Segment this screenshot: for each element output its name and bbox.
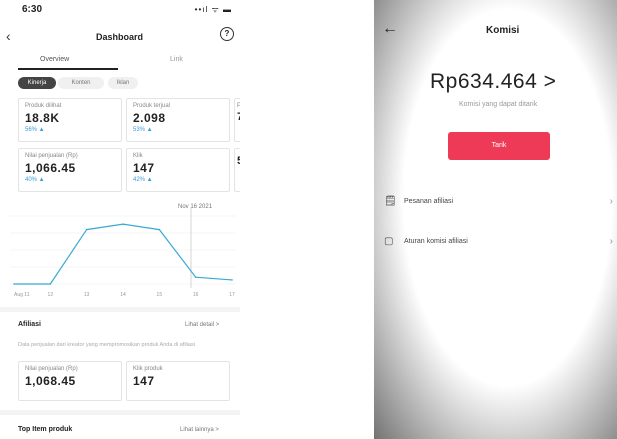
chevron-right-icon: ›: [609, 236, 613, 247]
metric-label: Klik: [133, 153, 143, 159]
metric-card[interactable]: Nilai penjualan (Rp) 1,066.45 40% ▲: [18, 148, 122, 192]
metric-change: 53% ▲: [133, 127, 153, 133]
chevron-right-icon: ›: [609, 196, 613, 207]
metric-label: Nilai penjualan (Rp): [25, 153, 78, 159]
metric-label: Produk terjual: [133, 103, 171, 109]
metric-label: Nilai penjualan (Rp): [25, 366, 78, 372]
chart-x-tick-label: 15: [157, 292, 163, 298]
metric-card[interactable]: Produk dilihat 18.8K 56% ▲: [18, 98, 122, 142]
chart-x-tick-label: Aug 11: [14, 292, 30, 298]
chart-points: [13, 223, 233, 285]
chart-x-ticks: Aug 11 12 13 14 15 16 17: [14, 292, 235, 298]
menu-item-pesanan-afiliasi[interactable]: 🗒 Pesanan afiliasi ›: [384, 196, 617, 212]
info-icon: ▢: [384, 236, 394, 247]
tab-link[interactable]: Link: [170, 56, 183, 63]
affiliate-detail-link[interactable]: Lihat detail >: [185, 322, 219, 328]
metric-value: 2.098: [133, 111, 166, 125]
chip-iklan[interactable]: Iklan: [108, 77, 138, 89]
vignette-overlay: [374, 0, 617, 439]
page-title: Komisi: [486, 25, 520, 36]
metric-card[interactable]: Produk terjual 2.098 53% ▲: [126, 98, 230, 142]
metric-card[interactable]: 5: [234, 148, 240, 192]
metric-change: 42% ▲: [133, 177, 153, 183]
chart-x-tick-label: 12: [48, 292, 54, 298]
tab-bar: Overview Link: [0, 56, 240, 72]
help-icon[interactable]: ?: [220, 27, 234, 41]
chart-point: [122, 223, 124, 225]
top-products-link[interactable]: Lihat lainnya >: [180, 427, 219, 433]
affiliate-description: Data penjualan dari kreator yang memprom…: [18, 342, 196, 348]
metric-value: 1,068.45: [25, 374, 76, 388]
metric-label: Produk dilihat: [25, 103, 62, 109]
commission-amount-value: Rp634.464: [430, 70, 538, 93]
affiliate-title: Afiliasi: [18, 321, 41, 328]
chevron-right-icon: >: [543, 70, 557, 93]
chart-point: [85, 228, 88, 231]
metric-value: 147: [133, 374, 155, 388]
commission-subtitle: Komisi yang dapat ditarik: [459, 101, 538, 108]
chart-point: [158, 228, 161, 231]
metric-card[interactable]: Klik 147 42% ▲: [126, 148, 230, 192]
back-arrow-icon[interactable]: ←: [382, 20, 398, 38]
chart-x-tick-label: 16: [193, 292, 199, 298]
withdraw-button[interactable]: Tarik: [448, 132, 550, 160]
menu-item-aturan-komisi[interactable]: ▢ Aturan komisi afiliasi ›: [384, 236, 617, 252]
chart-point: [49, 283, 52, 285]
document-icon: 🗒: [384, 196, 397, 207]
chip-kinerja[interactable]: Kinerja: [18, 77, 56, 89]
metric-value: 18.8K: [25, 111, 60, 125]
status-bar-time: 6:30: [22, 4, 43, 15]
back-icon[interactable]: ‹: [6, 28, 11, 44]
menu-item-label: Aturan komisi afiliasi: [404, 238, 468, 245]
menu-item-label: Pesanan afiliasi: [404, 198, 454, 205]
chart-point: [13, 283, 15, 285]
metric-change: 56% ▲: [25, 127, 45, 133]
chart-x-tick-label: 13: [84, 292, 90, 298]
affiliate-card[interactable]: Nilai penjualan (Rp) 1,068.45: [18, 361, 122, 401]
komisi-screen: ← Komisi Rp634.464 > Komisi yang dapat d…: [374, 0, 617, 439]
metric-label: Po: [237, 103, 240, 109]
metric-change: 40% ▲: [25, 177, 45, 183]
chart-x-tick-label: 17: [229, 292, 235, 298]
section-divider: [0, 410, 240, 415]
metric-value: 1,066.45: [25, 161, 76, 175]
line-chart[interactable]: Aug 11 12 13 14 15 16 17: [10, 208, 236, 303]
chip-konten[interactable]: Konten: [58, 77, 104, 89]
active-tab-indicator: [18, 68, 118, 70]
metric-card[interactable]: Po 7: [234, 98, 240, 142]
page-title: Dashboard: [96, 32, 144, 42]
status-bar-icons: ••ıl ᯤ ▬: [194, 5, 232, 14]
chart-point: [231, 279, 233, 281]
dashboard-screen: 6:30 ••ıl ᯤ ▬ ‹ Dashboard ? Overview Lin…: [0, 0, 240, 439]
chart-point: [194, 276, 197, 278]
affiliate-card[interactable]: Klik produk 147: [126, 361, 230, 401]
tab-overview[interactable]: Overview: [40, 56, 69, 63]
metric-label: Klik produk: [133, 366, 163, 372]
chart-x-tick-label: 14: [120, 292, 126, 298]
metric-value: 5: [237, 155, 240, 167]
commission-amount[interactable]: Rp634.464 >: [430, 70, 556, 94]
metric-value: 7: [237, 111, 240, 123]
chart-grid: [10, 215, 236, 285]
metric-value: 147: [133, 161, 155, 175]
section-divider: [0, 307, 240, 312]
top-products-title: Top Item produk: [18, 426, 73, 433]
